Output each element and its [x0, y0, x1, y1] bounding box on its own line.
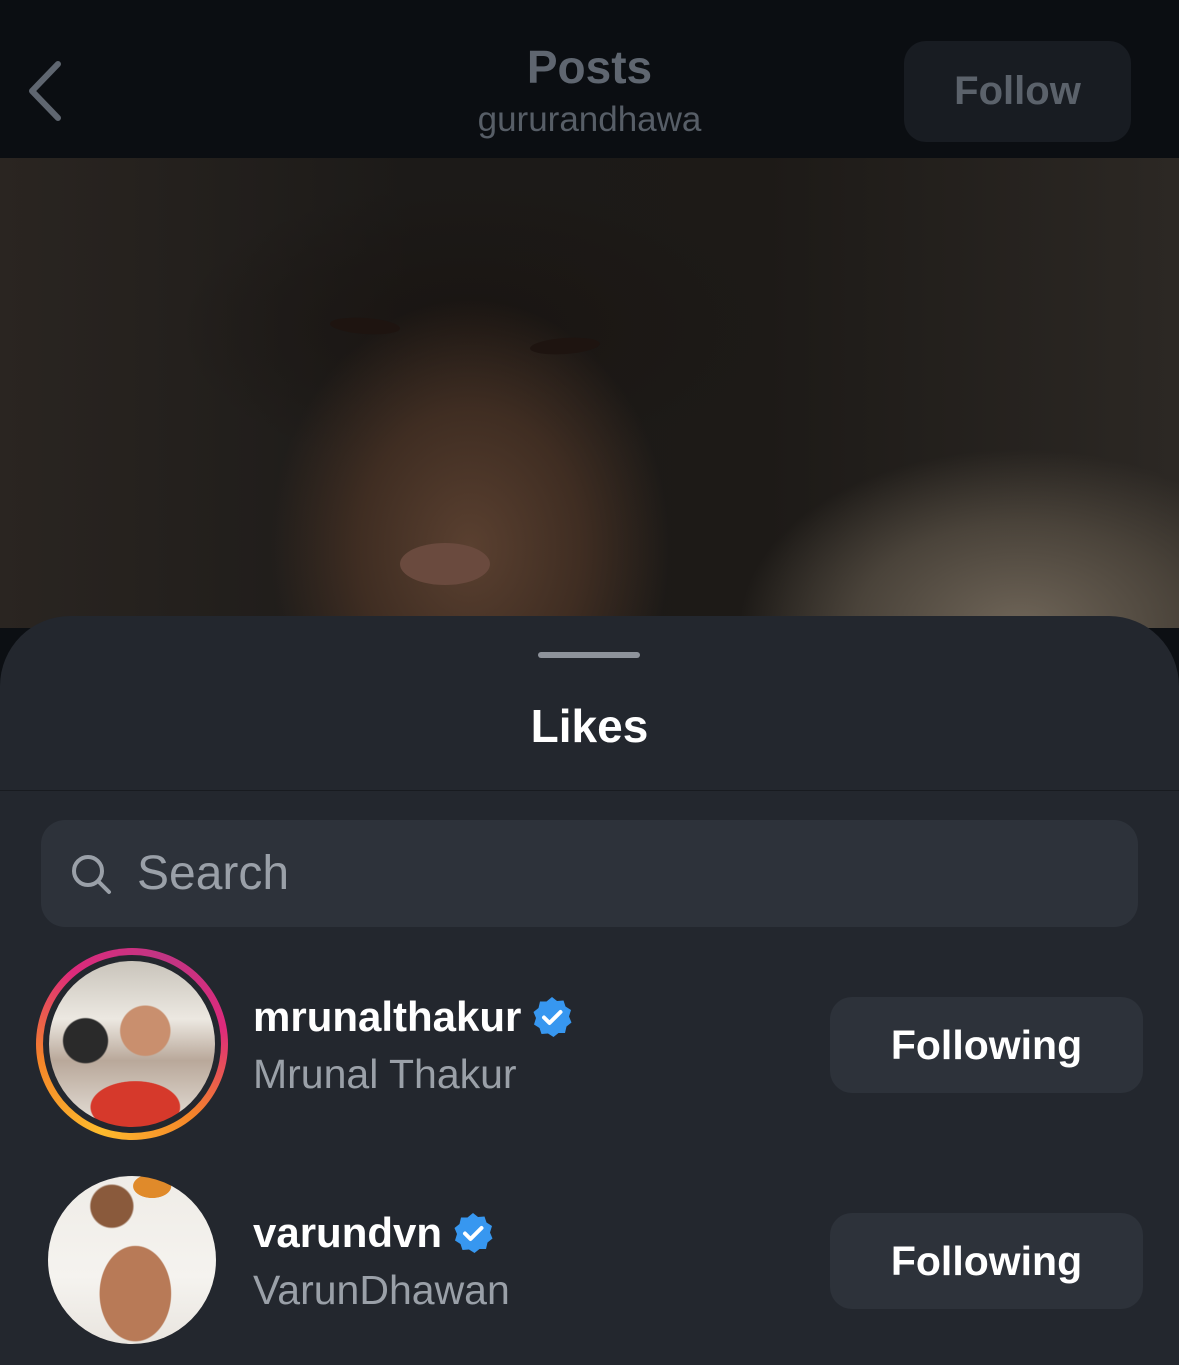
- following-button[interactable]: Following: [830, 997, 1143, 1093]
- follow-button[interactable]: Follow: [904, 41, 1131, 142]
- top-nav-bar: Posts gururandhawa Follow: [0, 0, 1179, 159]
- verified-badge-icon: [533, 997, 572, 1037]
- search-icon: [72, 855, 111, 894]
- likes-sheet: Likes mrunalthakur Mrunal Thakur: [0, 616, 1179, 1365]
- avatar: [49, 961, 215, 1127]
- username-label: varundvn: [253, 1209, 443, 1256]
- post-screen: Posts gururandhawa Follow Likes Search m…: [0, 0, 1179, 1365]
- sheet-grabber-handle[interactable]: [538, 652, 640, 658]
- post-video-detail: [529, 335, 601, 357]
- following-button[interactable]: Following: [830, 1213, 1143, 1309]
- post-video-detail: [329, 315, 401, 337]
- username-text[interactable]: varundvn: [253, 1209, 494, 1257]
- avatar-wrapper[interactable]: [36, 1164, 228, 1356]
- avatar-with-story-ring[interactable]: [36, 948, 228, 1140]
- post-video[interactable]: [0, 158, 1179, 628]
- verified-badge-icon: [454, 1213, 493, 1253]
- list-item-mrunalthakur[interactable]: mrunalthakur Mrunal Thakur Following: [0, 948, 1179, 1148]
- full-name-text: VarunDhawan: [253, 1267, 510, 1313]
- username-label: mrunalthakur: [253, 993, 522, 1040]
- likes-sheet-title: Likes: [530, 700, 649, 752]
- search-input[interactable]: [137, 820, 1117, 927]
- post-video-detail: [400, 543, 490, 585]
- avatar: [48, 1176, 216, 1344]
- username-text[interactable]: mrunalthakur: [253, 993, 573, 1041]
- search-bar[interactable]: [41, 820, 1138, 927]
- sheet-divider: [0, 790, 1179, 791]
- list-item-varundvn[interactable]: varundvn VarunDhawan Following: [0, 1164, 1179, 1364]
- full-name-text: Mrunal Thakur: [253, 1051, 517, 1097]
